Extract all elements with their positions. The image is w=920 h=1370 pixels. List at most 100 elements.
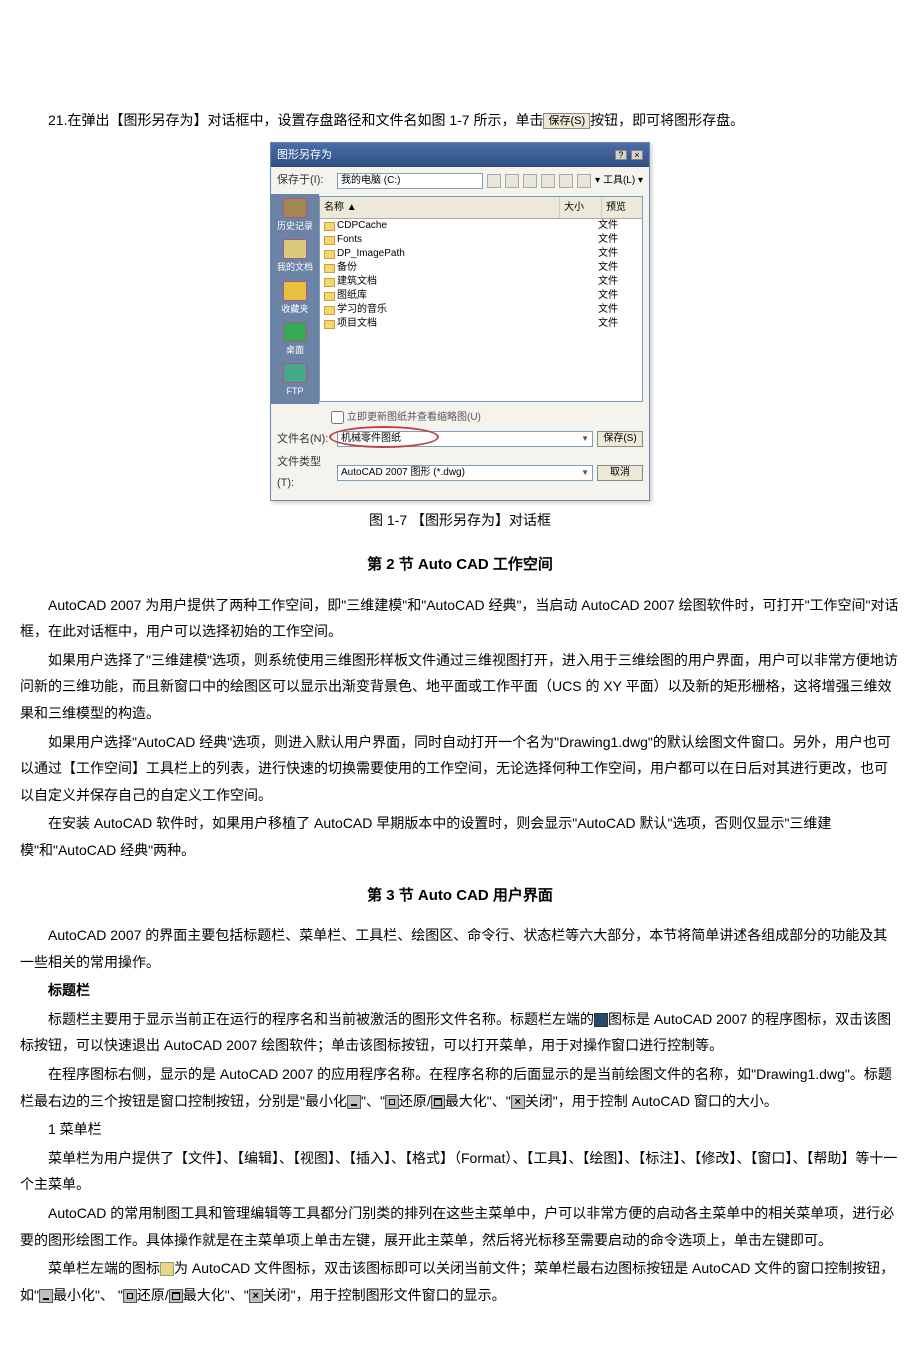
folder-icon xyxy=(324,292,335,301)
save-button-inline[interactable]: 保存(S) xyxy=(543,113,590,129)
back-icon[interactable] xyxy=(487,174,501,188)
newfolder-icon[interactable] xyxy=(559,174,573,188)
text: 还原/ xyxy=(137,1287,169,1303)
text: 最大化"、" xyxy=(183,1287,249,1303)
dropdown-arrow-icon[interactable]: ▼ xyxy=(581,466,589,480)
folder-icon xyxy=(324,222,335,231)
restore-icon xyxy=(385,1095,399,1109)
dialog-titlebar: 图形另存为 ? × xyxy=(271,143,649,168)
text: 菜单栏左端的图标 xyxy=(48,1260,160,1276)
s2-p2: 如果用户选择了"三维建模"选项，则系统使用三维图形样板文件通过三维视图打开，进入… xyxy=(20,647,900,727)
tools-dropdown[interactable]: ▾ 工具(L) ▾ xyxy=(595,171,643,190)
filetype-value: AutoCAD 2007 图形 (*.dwg) xyxy=(341,466,465,480)
place-favorites[interactable]: 收藏夹 xyxy=(275,281,315,318)
text: 还原/ xyxy=(399,1093,431,1109)
filetype-label: 文件类型(T): xyxy=(277,452,333,494)
col-preview: 预览 xyxy=(602,197,642,218)
file-row[interactable]: 图纸库文件 xyxy=(320,289,642,303)
filetype-field[interactable]: AutoCAD 2007 图形 (*.dwg) ▼ xyxy=(337,465,593,481)
place-history[interactable]: 历史记录 xyxy=(275,198,315,235)
s3-p6: 菜单栏左端的图标为 AutoCAD 文件图标，双击该图标即可以关闭当前文件；菜单… xyxy=(20,1255,900,1308)
file-row[interactable]: 建筑文档文件 xyxy=(320,275,642,289)
place-ftp[interactable]: FTP xyxy=(275,363,315,400)
text: 最小化"、 " xyxy=(53,1287,123,1303)
file-row[interactable]: CDPCache文件 xyxy=(320,219,642,233)
place-label: FTP xyxy=(287,383,304,400)
place-label: 我的文档 xyxy=(277,259,313,276)
filename-row: 文件名(N): 机械零件图纸 ▼ 保存(S) xyxy=(277,429,643,450)
document-page: 21.在弹出【图形另存为】对话框中，设置存盘路径和文件名如图 1-7 所示，单击… xyxy=(20,107,900,1308)
mydocs-icon xyxy=(283,239,307,259)
text: "、" xyxy=(361,1093,385,1109)
step-number: 21. xyxy=(48,112,67,128)
file-row[interactable]: 学习的音乐文件 xyxy=(320,303,642,317)
text: 标题栏主要用于显示当前正在运行的程序名和当前被激活的图形文件名称。标题栏左端的 xyxy=(48,1011,594,1027)
cancel-button[interactable]: 取消 xyxy=(597,465,643,481)
col-size[interactable]: 大小 xyxy=(560,197,602,218)
section-2-title: 第 2 节 Auto CAD 工作空间 xyxy=(20,551,900,580)
folder-icon xyxy=(324,250,335,259)
dialog-title-text: 图形另存为 xyxy=(277,145,332,166)
dropdown-arrow-icon[interactable]: ▼ xyxy=(581,432,589,446)
file-row[interactable]: 项目文档文件 xyxy=(320,317,642,331)
file-row[interactable]: 备份文件 xyxy=(320,261,642,275)
file-list-pane[interactable]: 名称 ▲ 大小 预览 CDPCache文件Fonts文件DP_ImagePath… xyxy=(319,196,643,401)
minimize-icon xyxy=(347,1095,361,1109)
s3-p5: AutoCAD 的常用制图工具和管理编辑等工具都分门别类的排列在这些主菜单中，户… xyxy=(20,1200,900,1253)
file-row[interactable]: Fonts文件 xyxy=(320,233,642,247)
save-as-dialog: 图形另存为 ? × 保存于(I): 我的电脑 (C:) ▾ 工具(L) ▾ xyxy=(270,142,650,501)
checkbox-input[interactable] xyxy=(331,411,344,424)
place-label: 桌面 xyxy=(286,342,304,359)
file-list-header: 名称 ▲ 大小 预览 xyxy=(320,197,642,219)
folder-icon xyxy=(324,306,335,315)
place-label: 收藏夹 xyxy=(281,301,308,318)
file-rows: CDPCache文件Fonts文件DP_ImagePath文件备份文件建筑文档文… xyxy=(320,219,642,331)
search-icon[interactable] xyxy=(523,174,537,188)
views-icon[interactable] xyxy=(577,174,591,188)
s3-p3: 在程序图标右侧，显示的是 AutoCAD 2007 的应用程序名称。在程序名称的… xyxy=(20,1061,900,1114)
s3-p1: AutoCAD 2007 的界面主要包括标题栏、菜单栏、工具栏、绘图区、命令行、… xyxy=(20,922,900,975)
filename-field[interactable]: 机械零件图纸 ▼ xyxy=(337,431,593,447)
maximize-icon xyxy=(169,1289,183,1303)
filename-value: 机械零件图纸 xyxy=(341,432,401,446)
place-desktop[interactable]: 桌面 xyxy=(275,322,315,359)
dialog-figure: 图形另存为 ? × 保存于(I): 我的电脑 (C:) ▾ 工具(L) ▾ xyxy=(20,142,900,501)
star-icon xyxy=(283,281,307,301)
s3-h1: 标题栏 xyxy=(20,977,900,1004)
save-in-row: 保存于(I): 我的电脑 (C:) ▾ 工具(L) ▾ xyxy=(271,167,649,194)
s3-p2: 标题栏主要用于显示当前正在运行的程序名和当前被激活的图形文件名称。标题栏左端的图… xyxy=(20,1006,900,1059)
intro-text-2: 按钮，即可将图形存盘。 xyxy=(590,112,744,128)
s2-p3: 如果用户选择"AutoCAD 经典"选项，则进入默认用户界面，同时自动打开一个名… xyxy=(20,729,900,809)
maximize-icon xyxy=(431,1095,445,1109)
up-icon[interactable] xyxy=(505,174,519,188)
history-icon xyxy=(283,198,307,218)
update-thumbnail-checkbox[interactable]: 立即更新图纸并查看缩略图(U) xyxy=(277,408,643,427)
text: 关闭"，用于控制图形文件窗口的显示。 xyxy=(263,1287,506,1303)
folder-icon xyxy=(324,278,335,287)
save-in-dropdown[interactable]: 我的电脑 (C:) xyxy=(337,173,483,189)
places-bar: 历史记录 我的文档 收藏夹 桌面 FTP xyxy=(271,194,319,403)
s2-p4: 在安装 AutoCAD 软件时，如果用户移植了 AutoCAD 早期版本中的设置… xyxy=(20,810,900,863)
dialog-help-icon[interactable]: ? xyxy=(615,150,627,160)
col-name[interactable]: 名称 ▲ xyxy=(320,197,560,218)
place-mydocs[interactable]: 我的文档 xyxy=(275,239,315,276)
checkbox-label: 立即更新图纸并查看缩略图(U) xyxy=(347,412,481,423)
intro-text-1: 在弹出【图形另存为】对话框中，设置存盘路径和文件名如图 1-7 所示，单击 xyxy=(67,112,543,128)
save-in-label: 保存于(I): xyxy=(277,170,333,191)
text: 最大化"、" xyxy=(445,1093,511,1109)
dialog-bottom: 立即更新图纸并查看缩略图(U) 文件名(N): 机械零件图纸 ▼ 保存(S) 文件… xyxy=(271,404,649,500)
desktop-icon xyxy=(283,322,307,342)
text: 关闭"，用于控制 AutoCAD 窗口的大小。 xyxy=(525,1093,778,1109)
save-button[interactable]: 保存(S) xyxy=(597,431,643,447)
autocad-file-icon xyxy=(160,1262,174,1276)
dialog-close-icon[interactable]: × xyxy=(631,150,643,160)
delete-icon[interactable] xyxy=(541,174,555,188)
s3-h2: 1 菜单栏 xyxy=(20,1116,900,1143)
folder-icon xyxy=(324,320,335,329)
minimize-icon xyxy=(39,1289,53,1303)
file-row[interactable]: DP_ImagePath文件 xyxy=(320,247,642,261)
intro-paragraph: 21.在弹出【图形另存为】对话框中，设置存盘路径和文件名如图 1-7 所示，单击… xyxy=(20,107,900,134)
folder-icon xyxy=(324,264,335,273)
filename-label: 文件名(N): xyxy=(277,429,333,450)
dialog-title-buttons: ? × xyxy=(614,145,643,166)
